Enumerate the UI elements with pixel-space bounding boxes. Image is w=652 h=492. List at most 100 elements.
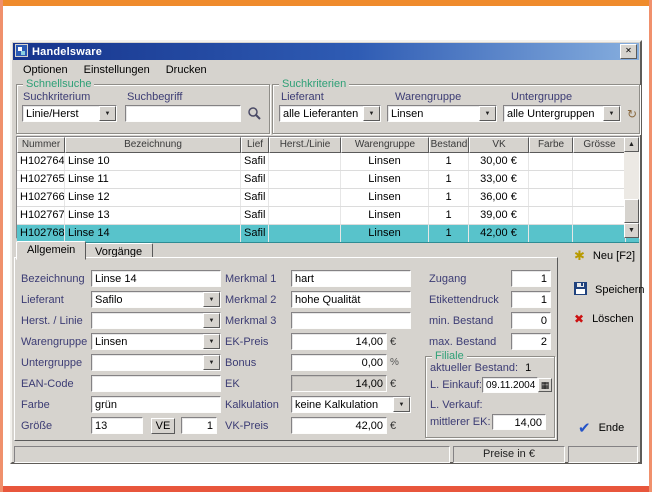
table-cell[interactable]: H102764 bbox=[17, 153, 65, 170]
table-cell[interactable]: Linsen bbox=[341, 225, 429, 242]
neu-button[interactable]: ✱ Neu [F2] bbox=[570, 246, 639, 266]
chevron-down-icon[interactable]: ▼ bbox=[363, 106, 380, 121]
scroll-up-button[interactable]: ▲ bbox=[624, 137, 639, 152]
table-cell[interactable] bbox=[573, 207, 626, 224]
table-cell[interactable]: Linsen bbox=[341, 189, 429, 206]
table-cell[interactable] bbox=[529, 153, 573, 170]
table-row[interactable]: H102764 Linse 10 Safil Linsen 1 30,00 € bbox=[17, 153, 639, 171]
menu-item-drucken[interactable]: Drucken bbox=[159, 63, 214, 77]
table-cell[interactable] bbox=[269, 207, 341, 224]
scroll-down-button[interactable]: ▼ bbox=[624, 223, 639, 238]
table-cell[interactable]: H102766 bbox=[17, 189, 65, 206]
etikettendruck-input[interactable]: 1 bbox=[511, 291, 551, 308]
table-cell[interactable]: Safil bbox=[241, 225, 269, 242]
table-cell[interactable]: Linse 14 bbox=[65, 225, 241, 242]
table-cell[interactable]: 39,00 € bbox=[469, 207, 529, 224]
untergruppe-form-combo[interactable]: ▼ bbox=[91, 354, 221, 371]
search-criterion-combo[interactable]: Linie/Herst ▼ bbox=[22, 105, 117, 122]
table-cell[interactable]: 1 bbox=[429, 153, 469, 170]
loeschen-button[interactable]: ✖ Löschen bbox=[570, 310, 638, 328]
table-cell[interactable] bbox=[573, 171, 626, 188]
menu-item-einstellungen[interactable]: Einstellungen bbox=[77, 63, 157, 77]
table-cell[interactable]: Linsen bbox=[341, 153, 429, 170]
table-cell[interactable] bbox=[573, 153, 626, 170]
table-cell[interactable]: 42,00 € bbox=[469, 225, 529, 242]
herst-linie-combo[interactable]: ▼ bbox=[91, 312, 221, 329]
ek-preis-input[interactable]: 14,00 bbox=[291, 333, 387, 350]
chevron-down-icon[interactable]: ▼ bbox=[203, 355, 220, 370]
tab-allgemein[interactable]: Allgemein bbox=[16, 241, 87, 260]
table-cell[interactable]: H102768 bbox=[17, 225, 65, 242]
column-header[interactable]: Grösse bbox=[573, 137, 626, 153]
refresh-icon[interactable]: ↻ bbox=[627, 107, 637, 121]
groesse-input[interactable]: 13 bbox=[91, 417, 143, 434]
warengruppe-form-combo[interactable]: Linsen ▼ bbox=[91, 333, 221, 350]
kalkulation-combo[interactable]: keine Kalkulation ▼ bbox=[291, 396, 411, 413]
ve-button[interactable]: VE bbox=[151, 417, 175, 434]
scrollbar-thumb[interactable] bbox=[624, 199, 639, 223]
table-row[interactable]: H102765 Linse 11 Safil Linsen 1 33,00 € bbox=[17, 171, 639, 189]
table-cell[interactable]: 1 bbox=[429, 171, 469, 188]
column-header[interactable]: VK bbox=[469, 137, 529, 153]
max-bestand-input[interactable]: 2 bbox=[511, 333, 551, 350]
table-cell[interactable] bbox=[269, 225, 341, 242]
table-cell[interactable]: 36,00 € bbox=[469, 189, 529, 206]
column-header[interactable]: Nummer bbox=[17, 137, 65, 153]
table-cell[interactable]: Linsen bbox=[341, 171, 429, 188]
table-cell[interactable]: Safil bbox=[241, 189, 269, 206]
column-header[interactable]: Lief bbox=[241, 137, 269, 153]
table-cell[interactable] bbox=[529, 207, 573, 224]
letzter-einkauf-input[interactable]: 09.11.2004 bbox=[482, 377, 538, 393]
bonus-input[interactable]: 0,00 bbox=[291, 354, 387, 371]
table-scrollbar[interactable]: ▲ ▼ bbox=[624, 137, 639, 238]
chevron-down-icon[interactable]: ▼ bbox=[99, 106, 116, 121]
column-header[interactable]: Herst./Linie bbox=[269, 137, 341, 153]
chevron-down-icon[interactable]: ▼ bbox=[393, 397, 410, 412]
menu-item-optionen[interactable]: Optionen bbox=[16, 63, 75, 77]
table-cell[interactable] bbox=[529, 225, 573, 242]
table-row[interactable]: H102768 Linse 14 Safil Linsen 1 42,00 € bbox=[17, 225, 639, 243]
table-cell[interactable]: Safil bbox=[241, 207, 269, 224]
table-cell[interactable]: 1 bbox=[429, 189, 469, 206]
table-cell[interactable] bbox=[269, 189, 341, 206]
column-header[interactable]: Bezeichnung bbox=[65, 137, 241, 153]
title-bar[interactable]: Handelsware ✕ bbox=[13, 43, 639, 60]
column-header[interactable]: Farbe bbox=[529, 137, 573, 153]
table-cell[interactable]: Linse 11 bbox=[65, 171, 241, 188]
table-cell[interactable]: Linse 13 bbox=[65, 207, 241, 224]
table-cell[interactable] bbox=[529, 171, 573, 188]
chevron-down-icon[interactable]: ▼ bbox=[603, 106, 620, 121]
merkmal3-input[interactable] bbox=[291, 312, 411, 329]
search-icon[interactable] bbox=[247, 106, 261, 123]
merkmal2-input[interactable]: hohe Qualität bbox=[291, 291, 411, 308]
supplier-combo[interactable]: alle Lieferanten ▼ bbox=[279, 105, 381, 122]
vk-preis-input[interactable]: 42,00 bbox=[291, 417, 387, 434]
column-header[interactable]: Warengruppe bbox=[341, 137, 429, 153]
lieferant-combo[interactable]: Safilo ▼ bbox=[91, 291, 221, 308]
ve-input[interactable]: 1 bbox=[181, 417, 217, 434]
zugang-input[interactable]: 1 bbox=[511, 270, 551, 287]
table-cell[interactable]: 30,00 € bbox=[469, 153, 529, 170]
chevron-down-icon[interactable]: ▼ bbox=[479, 106, 496, 121]
table-cell[interactable]: Linse 12 bbox=[65, 189, 241, 206]
warengruppe-combo[interactable]: Linsen ▼ bbox=[387, 105, 497, 122]
chevron-down-icon[interactable]: ▼ bbox=[203, 313, 220, 328]
table-row[interactable]: H102767 Linse 13 Safil Linsen 1 39,00 € bbox=[17, 207, 639, 225]
min-bestand-input[interactable]: 0 bbox=[511, 312, 551, 329]
column-header[interactable]: Bestand bbox=[429, 137, 469, 153]
ean-code-input[interactable] bbox=[91, 375, 221, 392]
table-cell[interactable] bbox=[269, 153, 341, 170]
table-cell[interactable] bbox=[573, 189, 626, 206]
calendar-icon[interactable]: ▦ bbox=[538, 378, 552, 392]
untergruppe-combo[interactable]: alle Untergruppen ▼ bbox=[503, 105, 621, 122]
close-button[interactable]: ✕ bbox=[620, 44, 637, 59]
table-cell[interactable] bbox=[529, 189, 573, 206]
table-cell[interactable]: H102767 bbox=[17, 207, 65, 224]
ende-button[interactable]: ✔ Ende bbox=[574, 417, 628, 439]
table-cell[interactable]: 33,00 € bbox=[469, 171, 529, 188]
table-cell[interactable]: 1 bbox=[429, 207, 469, 224]
table-cell[interactable]: 1 bbox=[429, 225, 469, 242]
bezeichnung-input[interactable]: Linse 14 bbox=[91, 270, 221, 287]
table-cell[interactable]: Safil bbox=[241, 153, 269, 170]
speichern-button[interactable]: Speichern bbox=[570, 280, 649, 300]
